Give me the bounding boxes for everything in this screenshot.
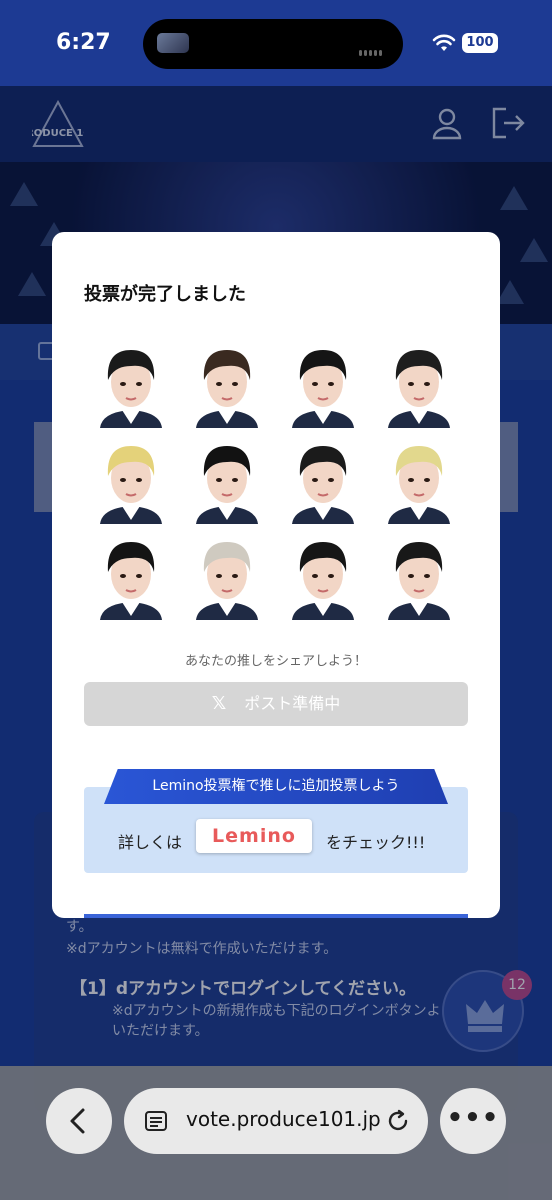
- chevron-left-icon: [70, 1108, 85, 1134]
- trainee-photo: [92, 436, 170, 524]
- lemino-pre-text: 詳しくは: [118, 833, 183, 852]
- lemino-logo-button[interactable]: Lemino: [196, 819, 312, 853]
- audio-wave-icon: [359, 41, 387, 56]
- reader-mode-icon[interactable]: [144, 1109, 168, 1133]
- battery-indicator: 100: [462, 33, 498, 53]
- modal-scroll-edge: [84, 914, 468, 918]
- trainee-photo: [188, 436, 266, 524]
- dynamic-island[interactable]: [143, 19, 403, 69]
- trainee-photo: [284, 340, 362, 428]
- trainee-photo: [188, 340, 266, 428]
- trainee-photo: [284, 532, 362, 620]
- x-logo-icon: 𝕏: [211, 693, 227, 714]
- wifi-icon: [432, 34, 456, 51]
- post-button-label: ポスト準備中: [244, 694, 341, 713]
- reload-icon[interactable]: [384, 1107, 412, 1135]
- x-post-button[interactable]: 𝕏 ポスト準備中: [84, 682, 468, 726]
- more-options-icon[interactable]: •••: [440, 1088, 506, 1154]
- share-prompt: あなたの推しをシェアしよう！: [184, 654, 367, 669]
- back-button[interactable]: [46, 1088, 112, 1154]
- trainee-photo: [380, 532, 458, 620]
- vote-complete-modal: 投票が完了しました あなたの推しをシェアしよう！ 𝕏 ポスト準備中 詳しくは Le…: [52, 232, 500, 918]
- status-bar: 6:27 100: [0, 0, 552, 86]
- lemino-post-text: をチェック!!!: [326, 833, 426, 852]
- trainee-photo: [92, 340, 170, 428]
- clock: 6:27: [56, 30, 111, 55]
- trainee-photo: [284, 436, 362, 524]
- trainee-photo: [188, 532, 266, 620]
- modal-title: 投票が完了しました: [84, 284, 246, 305]
- url-text[interactable]: vote.produce101.jp: [186, 1107, 381, 1131]
- trainee-photo: [380, 436, 458, 524]
- trainee-photo: [380, 340, 458, 428]
- trainee-photo: [92, 532, 170, 620]
- trainee-photo-grid: [92, 340, 472, 630]
- lemino-banner: Lemino投票権で推しに追加投票しよう: [104, 769, 448, 804]
- now-playing-thumbnail: [157, 33, 189, 53]
